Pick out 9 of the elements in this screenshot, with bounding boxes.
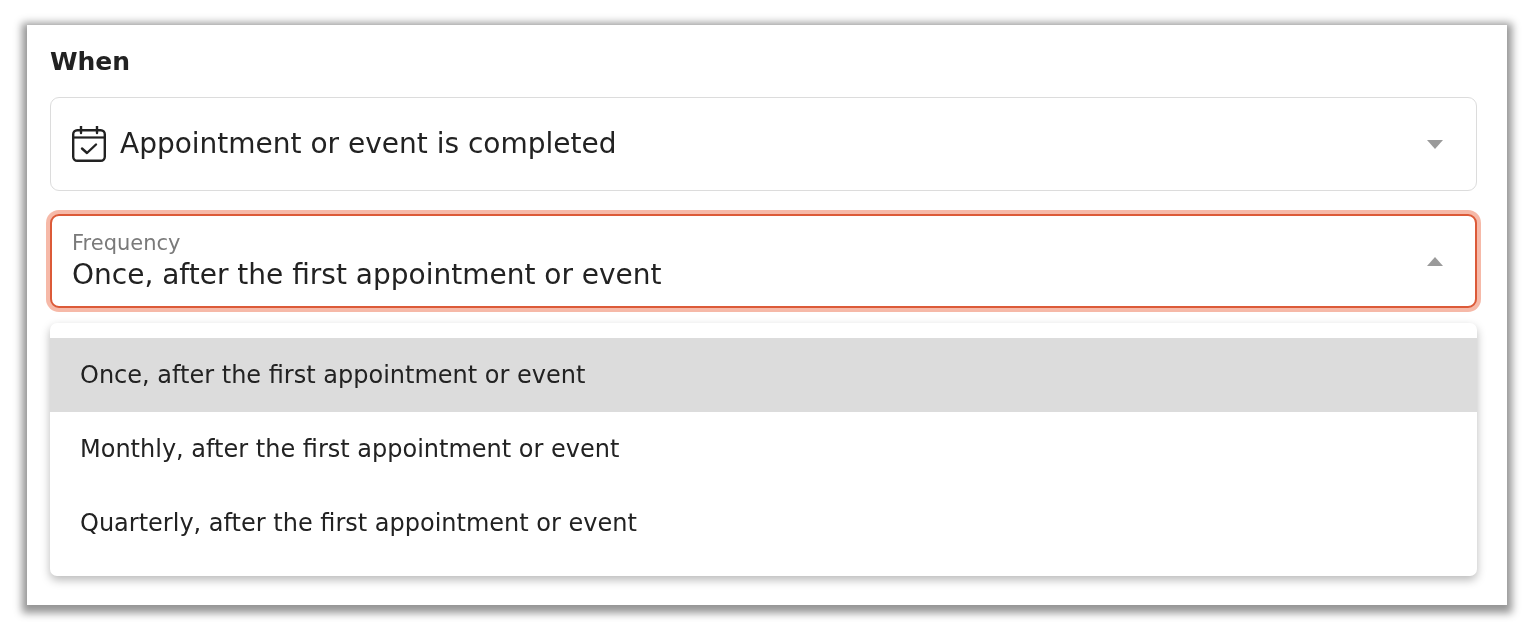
field-label: Frequency bbox=[72, 230, 182, 255]
calendar-check-icon bbox=[72, 126, 106, 162]
section-heading: When bbox=[50, 47, 132, 77]
trigger-select[interactable]: Appointment or event is completed bbox=[50, 97, 1477, 191]
dropdown-option[interactable]: Once, after the first appointment or event bbox=[50, 338, 1477, 412]
dropdown-option[interactable]: Quarterly, after the first appointment or event bbox=[50, 486, 1477, 560]
select-value: Appointment or event is completed bbox=[120, 127, 617, 161]
dropdown-option[interactable]: Monthly, after the first appointment or event bbox=[50, 412, 1477, 486]
select-value: Once, after the first appointment or event bbox=[72, 258, 663, 292]
